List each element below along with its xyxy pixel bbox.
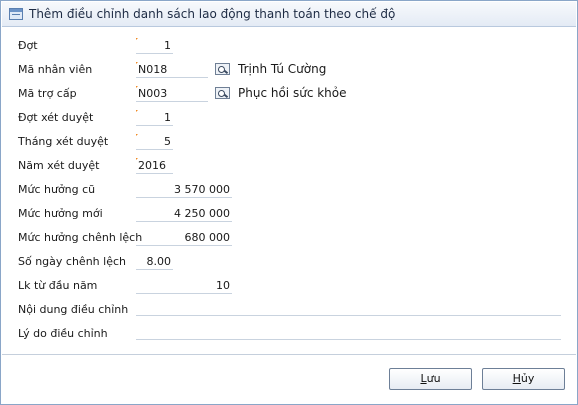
so-ngay-chenh-lech-field[interactable]: 8.00 bbox=[136, 254, 173, 270]
ma-tro-cap-description: Phục hồi sức khỏe bbox=[238, 86, 347, 100]
so-ngay-chenh-lech-label: Số ngày chênh lệch bbox=[18, 255, 126, 268]
muc-huong-cu-field[interactable]: 3 570 000 bbox=[136, 182, 232, 198]
noi-dung-dieu-chinh-label: Nội dung điều chỉnh bbox=[18, 303, 129, 316]
dot-xet-duyet-field[interactable]: 1 bbox=[136, 110, 173, 126]
ma-tro-cap-lookup-icon[interactable] bbox=[215, 87, 230, 99]
nam-xet-duyet-field[interactable]: 2016 bbox=[136, 158, 173, 174]
ma-tro-cap-field[interactable]: N003 bbox=[136, 86, 208, 102]
muc-huong-chenh-lech-field[interactable]: 680 000 bbox=[136, 230, 232, 246]
save-button-label: ưu bbox=[426, 372, 441, 385]
muc-huong-moi-label: Mức hưởng mới bbox=[18, 207, 103, 220]
form-area: Đợt 1 Mã nhân viên N018 Trịnh Tú Cường M… bbox=[2, 28, 576, 354]
window-title: Thêm điều chỉnh danh sách lao động thanh… bbox=[29, 7, 396, 21]
form-icon bbox=[9, 8, 23, 20]
ly-do-dieu-chinh-field[interactable] bbox=[136, 324, 561, 340]
dialog-window: Thêm điều chỉnh danh sách lao động thanh… bbox=[0, 0, 578, 405]
thang-xet-duyet-label: Tháng xét duyệt bbox=[18, 135, 109, 148]
ma-nhan-vien-field[interactable]: N018 bbox=[136, 62, 208, 78]
ma-nhan-vien-description: Trịnh Tú Cường bbox=[238, 62, 327, 76]
muc-huong-cu-label: Mức hưởng cũ bbox=[18, 183, 96, 196]
ma-nhan-vien-label: Mã nhân viên bbox=[18, 63, 93, 76]
ma-nhan-vien-lookup-icon[interactable] bbox=[215, 63, 230, 75]
dot-label: Đợt bbox=[18, 39, 38, 52]
cancel-button-label: ủy bbox=[520, 372, 535, 385]
noi-dung-dieu-chinh-field[interactable] bbox=[136, 300, 561, 316]
dot-xet-duyet-label: Đợt xét duyệt bbox=[18, 111, 94, 124]
cancel-button[interactable]: Hủy bbox=[482, 368, 565, 390]
save-button[interactable]: Lưu bbox=[389, 368, 472, 390]
muc-huong-moi-field[interactable]: 4 250 000 bbox=[136, 206, 232, 222]
lk-tu-dau-nam-label: Lk từ đầu năm bbox=[18, 279, 98, 292]
button-bar: Lưu Hủy bbox=[2, 354, 576, 404]
ma-tro-cap-label: Mã trợ cấp bbox=[18, 87, 77, 100]
lk-tu-dau-nam-field[interactable]: 10 bbox=[136, 278, 232, 294]
title-bar: Thêm điều chỉnh danh sách lao động thanh… bbox=[2, 2, 576, 27]
cancel-button-mnemonic: H bbox=[512, 372, 521, 385]
dot-field[interactable]: 1 bbox=[136, 38, 173, 54]
nam-xet-duyet-label: Năm xét duyệt bbox=[18, 159, 100, 172]
ly-do-dieu-chinh-label: Lý do điều chỉnh bbox=[18, 327, 108, 340]
thang-xet-duyet-field[interactable]: 5 bbox=[136, 134, 173, 150]
muc-huong-chenh-lech-label: Mức hưởng chênh lệch bbox=[18, 231, 143, 244]
